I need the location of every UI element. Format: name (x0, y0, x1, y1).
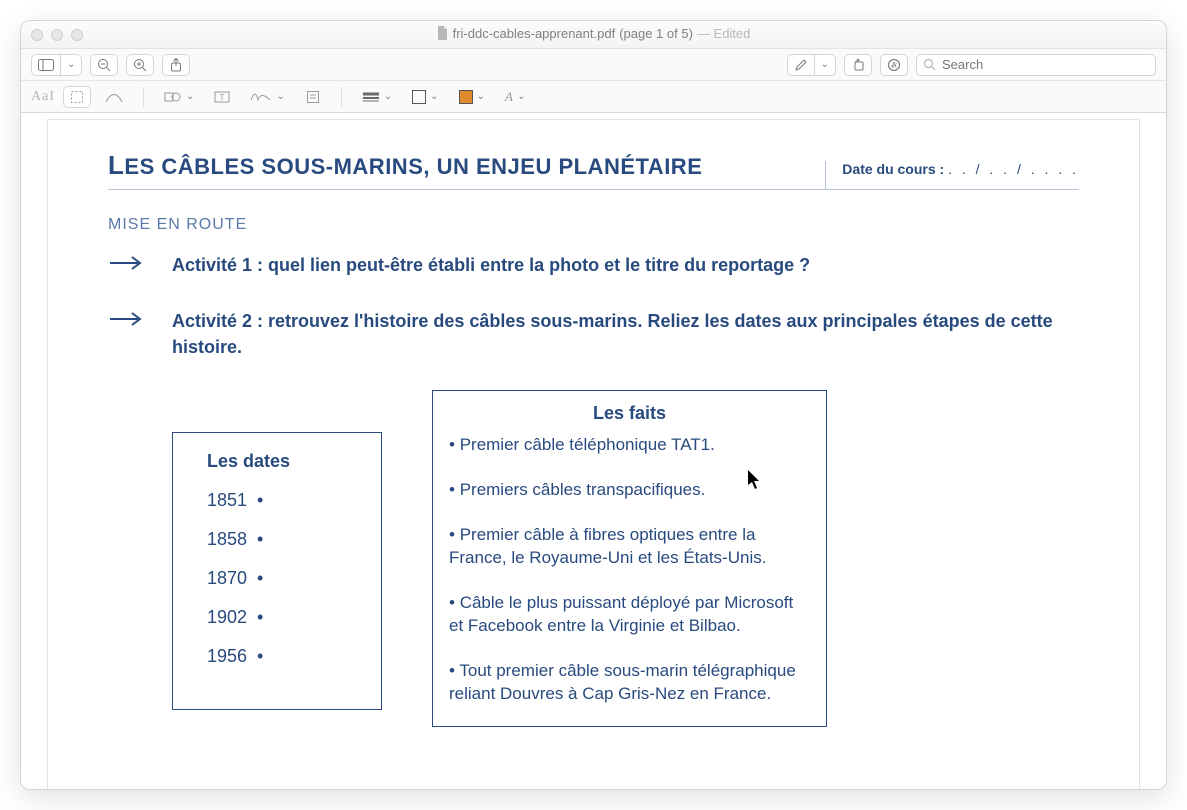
page-indicator: (page 1 of 5) (619, 26, 693, 41)
course-date: Date du cours : . . / . . / . . . . (825, 161, 1079, 189)
selection-icon[interactable] (63, 86, 91, 108)
sidebar-icon[interactable] (31, 54, 61, 76)
dates-title: Les dates (207, 451, 357, 472)
page-title: LES CÂBLES SOUS-MARINS, UN ENJEU PLANÉTA… (108, 150, 702, 189)
fact-row: Premier câble à fibres optiques entre la… (449, 524, 810, 570)
preview-window: fri-ddc-cables-apprenant.pdf (page 1 of … (20, 20, 1167, 790)
font-icon[interactable]: A ⌄ (499, 86, 531, 108)
line-style-icon[interactable]: ⌄ (356, 86, 398, 108)
markup-toolbar: AaI ⌄ T ⌄ ⌄ ⌄ ⌄ (21, 81, 1166, 113)
faits-box: Les faits Premier câble téléphonique TAT… (432, 390, 827, 727)
search-input[interactable] (942, 57, 1149, 72)
arrow-icon (108, 252, 148, 278)
shapes-icon[interactable]: ⌄ (158, 86, 200, 108)
sidebar-toggle[interactable]: ⌄ (31, 54, 82, 76)
search-field[interactable] (916, 54, 1156, 76)
doc-header: LES CÂBLES SOUS-MARINS, UN ENJEU PLANÉTA… (108, 150, 1079, 190)
date-row: 1858• (207, 529, 357, 550)
markup-drop[interactable]: ⌄ (814, 54, 836, 76)
sketch-icon[interactable] (99, 86, 129, 108)
svg-text:A: A (891, 61, 897, 70)
arrow-icon (108, 308, 148, 360)
date-row: 1870• (207, 568, 357, 589)
document-viewport[interactable]: LES CÂBLES SOUS-MARINS, UN ENJEU PLANÉTA… (21, 113, 1166, 789)
file-name: fri-ddc-cables-apprenant.pdf (453, 26, 616, 41)
document-icon (437, 26, 449, 40)
page-1: LES CÂBLES SOUS-MARINS, UN ENJEU PLANÉTA… (47, 119, 1140, 789)
pencil-icon[interactable] (787, 54, 815, 76)
fact-row: Premiers câbles transpacifiques. (449, 479, 810, 502)
titlebar[interactable]: fri-ddc-cables-apprenant.pdf (page 1 of … (21, 21, 1166, 49)
window-title: fri-ddc-cables-apprenant.pdf (page 1 of … (21, 26, 1166, 44)
text-style-icon[interactable]: AaI (31, 89, 55, 105)
svg-text:T: T (220, 93, 225, 102)
textbox-icon[interactable]: T (208, 86, 236, 108)
date-row: 1956• (207, 646, 357, 667)
activity-1: Activité 1 : quel lien peut-être établi … (108, 252, 1079, 278)
dates-box: Les dates 1851• 1858• 1870• 1902• 1956• (172, 432, 382, 710)
markup-toggle[interactable]: ⌄ (787, 54, 836, 76)
sidebar-drop[interactable]: ⌄ (60, 54, 82, 76)
activity-1-text: Activité 1 : quel lien peut-être établi … (172, 252, 810, 278)
sign-icon[interactable]: ⌄ (244, 86, 290, 108)
section-label: MISE EN ROUTE (108, 216, 1079, 234)
activity-2: Activité 2 : retrouvez l'histoire des câ… (108, 308, 1079, 360)
zoom-out-button[interactable] (90, 54, 118, 76)
fill-color-icon[interactable]: ⌄ (453, 86, 491, 108)
main-toolbar: ⌄ ⌄ A (21, 49, 1166, 81)
search-icon (923, 58, 936, 71)
share-button[interactable] (162, 54, 190, 76)
fact-row: Câble le plus puissant déployé par Micro… (449, 592, 810, 638)
edited-indicator: — Edited (697, 26, 750, 41)
zoom-in-button[interactable] (126, 54, 154, 76)
highlight-button[interactable]: A (880, 54, 908, 76)
rotate-button[interactable] (844, 54, 872, 76)
fact-row: Tout premier câble sous-marin télégraphi… (449, 660, 810, 706)
date-row: 1902• (207, 607, 357, 628)
note-icon[interactable] (299, 86, 327, 108)
fact-row: Premier câble téléphonique TAT1. (449, 434, 810, 457)
matching-boxes: Les dates 1851• 1858• 1870• 1902• 1956• … (108, 390, 1079, 727)
border-color-icon[interactable]: ⌄ (406, 86, 444, 108)
faits-title: Les faits (449, 403, 810, 424)
date-row: 1851• (207, 490, 357, 511)
activity-2-text: Activité 2 : retrouvez l'histoire des câ… (172, 308, 1079, 360)
